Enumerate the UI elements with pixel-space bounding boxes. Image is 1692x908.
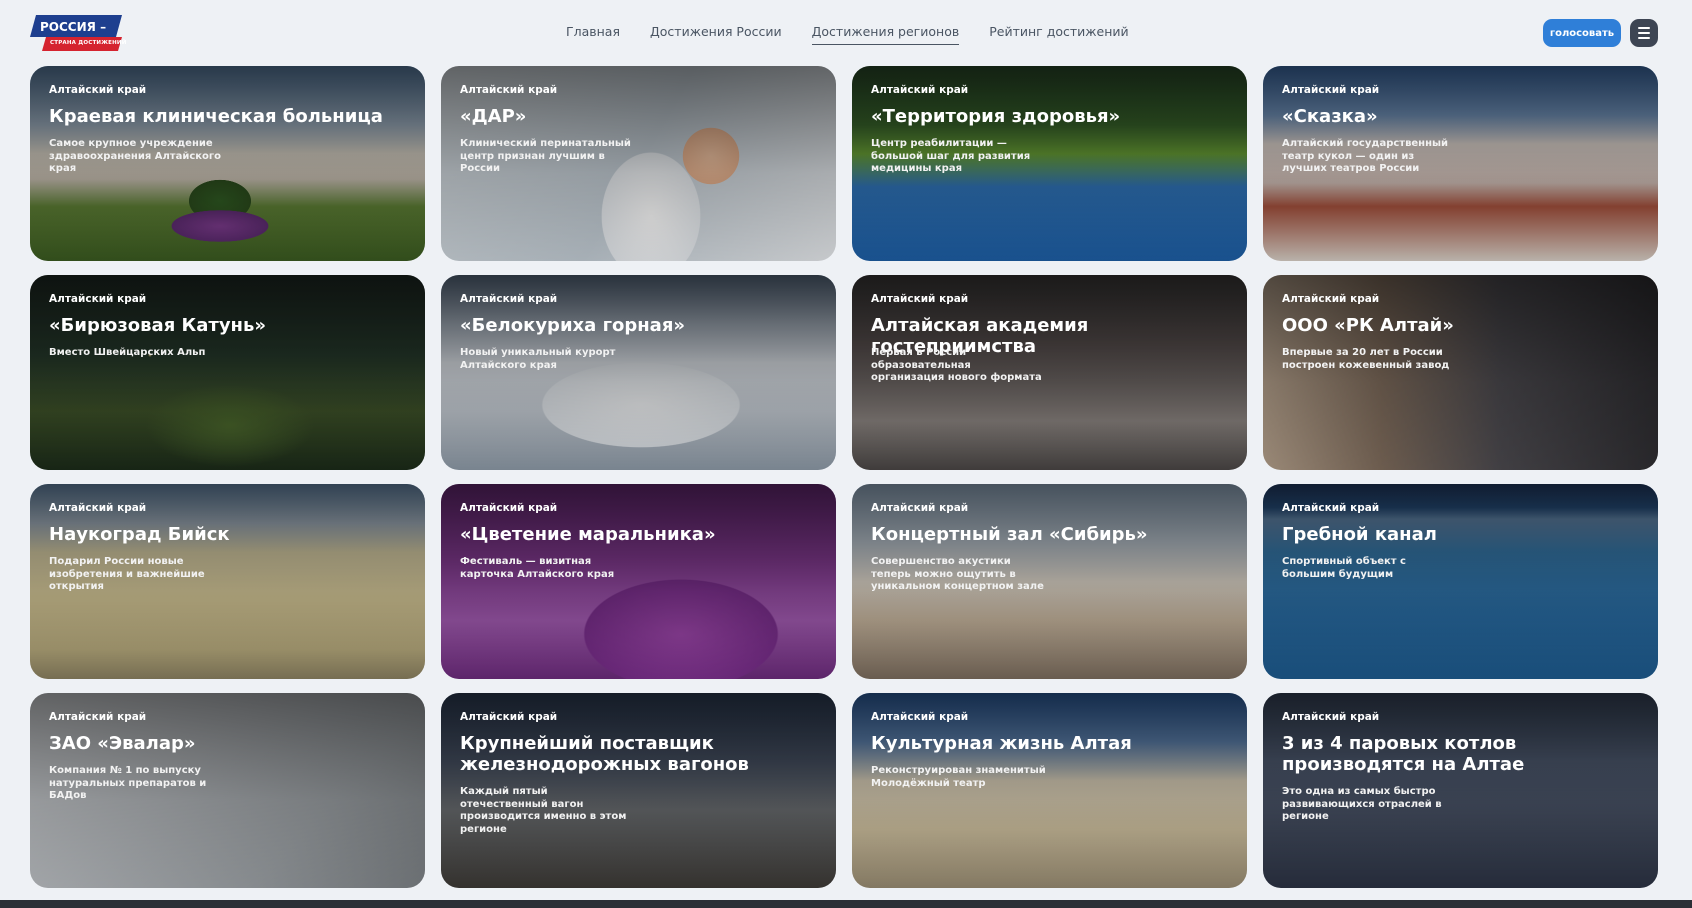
card-description: Реконструирован знаменитый Молодёжный те… [871,765,1046,789]
menu-button[interactable] [1630,19,1658,47]
card-title: Краевая клиническая больница [49,106,383,127]
card-title: Наукоград Бийск [49,524,230,545]
card-region: Алтайский край [460,711,558,723]
achievements-grid: Алтайский край Краевая клиническая больни… [30,66,1658,888]
achievement-card[interactable]: Алтайский край «Белокуриха горная» Новый у… [441,275,836,470]
achievement-card[interactable]: Алтайский край Гребной канал Спортивный об… [1263,484,1658,679]
site-header: РОССИЯ – СТРАНА ДОСТИЖЕНИЙ Главная Дости… [0,0,1692,66]
card-description: Вместо Швейцарских Альп [49,347,206,358]
achievement-card[interactable]: Алтайский край ООО «РК Алтай» Впервые за 2… [1263,275,1658,470]
logo-subtext: СТРАНА ДОСТИЖЕНИЙ [50,40,127,46]
card-description: Компания № 1 по выпуску натуральных преп… [49,765,207,801]
card-region: Алтайский край [1282,84,1380,96]
main-nav: Главная Достижения России Достижения рег… [566,24,1129,45]
card-title: «Территория здоровья» [871,106,1121,127]
card-region: Алтайский край [871,84,969,96]
card-region: Алтайский край [871,711,969,723]
card-region: Алтайский край [49,711,147,723]
nav-russia-achievements[interactable]: Достижения России [650,24,782,45]
achievement-card[interactable]: Алтайский край Краевая клиническая больни… [30,66,425,261]
card-title: 3 из 4 паровых котлов производятся на Ал… [1282,733,1525,775]
card-title: «ДАР» [460,106,527,127]
card-description: Впервые за 20 лет в России построен коже… [1282,347,1450,371]
card-description: Подарил России новые изобретения и важне… [49,556,205,592]
bottom-edge [0,900,1692,908]
card-description: Спортивный объект с большим будущим [1282,556,1406,580]
logo[interactable]: РОССИЯ – СТРАНА ДОСТИЖЕНИЙ [30,15,126,51]
achievement-card[interactable]: Алтайский край «Сказка» Алтайский государс… [1263,66,1658,261]
nav-home[interactable]: Главная [566,24,620,45]
card-title: «Сказка» [1282,106,1378,127]
card-description: Клинический перинатальный центр признан … [460,138,631,174]
card-title: ООО «РК Алтай» [1282,315,1454,336]
card-title: «Цветение маральника» [460,524,716,545]
card-description: Это одна из самых быстро развивающихся о… [1282,786,1442,822]
card-title: Концертный зал «Сибирь» [871,524,1148,545]
card-description: Совершенство акустики теперь можно ощути… [871,556,1044,592]
card-title: «Белокуриха горная» [460,315,685,336]
vote-button[interactable]: голосовать [1543,19,1621,47]
achievement-card[interactable]: Алтайский край «Территория здоровья» Центр… [852,66,1247,261]
card-region: Алтайский край [49,84,147,96]
card-region: Алтайский край [871,293,969,305]
achievement-card[interactable]: Алтайский край «Бирюзовая Катунь» Вместо Ш… [30,275,425,470]
achievement-card[interactable]: Алтайский край Наукоград Бийск Подарил Рос… [30,484,425,679]
nav-region-achievements[interactable]: Достижения регионов [811,24,960,45]
achievement-card[interactable]: Алтайский край Культурная жизнь Алтая Реко… [852,693,1247,888]
nav-rating[interactable]: Рейтинг достижений [989,24,1128,45]
logo-text: РОССИЯ – [40,20,107,34]
achievement-card[interactable]: Алтайский край 3 из 4 паровых котлов прои… [1263,693,1658,888]
card-description: Фестиваль — визитная карточка Алтайского… [460,556,615,580]
hamburger-icon [1638,27,1650,29]
card-description: Самое крупное учреждение здравоохранения… [49,138,222,174]
card-region: Алтайский край [871,502,969,514]
card-region: Алтайский край [460,84,558,96]
card-region: Алтайский край [1282,502,1380,514]
achievement-card[interactable]: Алтайский край Крупнейший поставщик желез… [441,693,836,888]
card-title: Гребной канал [1282,524,1437,545]
card-region: Алтайский край [1282,711,1380,723]
achievement-card[interactable]: Алтайский край Алтайская академия гостепр… [852,275,1247,470]
card-region: Алтайский край [49,502,147,514]
achievement-card[interactable]: Алтайский край Концертный зал «Сибирь» Сов… [852,484,1247,679]
card-description: Каждый пятый отечественный вагон произво… [460,786,627,835]
card-title: ЗАО «Эвалар» [49,733,196,754]
card-description: Первая в России образовательная организа… [871,347,1042,383]
card-title: «Бирюзовая Катунь» [49,315,267,336]
card-title: Культурная жизнь Алтая [871,733,1132,754]
hamburger-icon [1638,37,1650,39]
card-description: Центр реабилитации — большой шаг для раз… [871,138,1031,174]
card-description: Новый уникальный курорт Алтайского края [460,347,616,371]
achievement-card[interactable]: Алтайский край ЗАО «Эвалар» Компания № 1 п… [30,693,425,888]
card-title: Крупнейший поставщик железнодорожных ваг… [460,733,749,775]
card-region: Алтайский край [1282,293,1380,305]
card-region: Алтайский край [460,293,558,305]
card-region: Алтайский край [460,502,558,514]
achievement-card[interactable]: Алтайский край «ДАР» Клинический перинатал… [441,66,836,261]
card-region: Алтайский край [49,293,147,305]
card-description: Алтайский государственный театр кукол — … [1282,138,1449,174]
hamburger-icon [1638,32,1650,34]
achievement-card[interactable]: Алтайский край «Цветение маральника» Фести… [441,484,836,679]
